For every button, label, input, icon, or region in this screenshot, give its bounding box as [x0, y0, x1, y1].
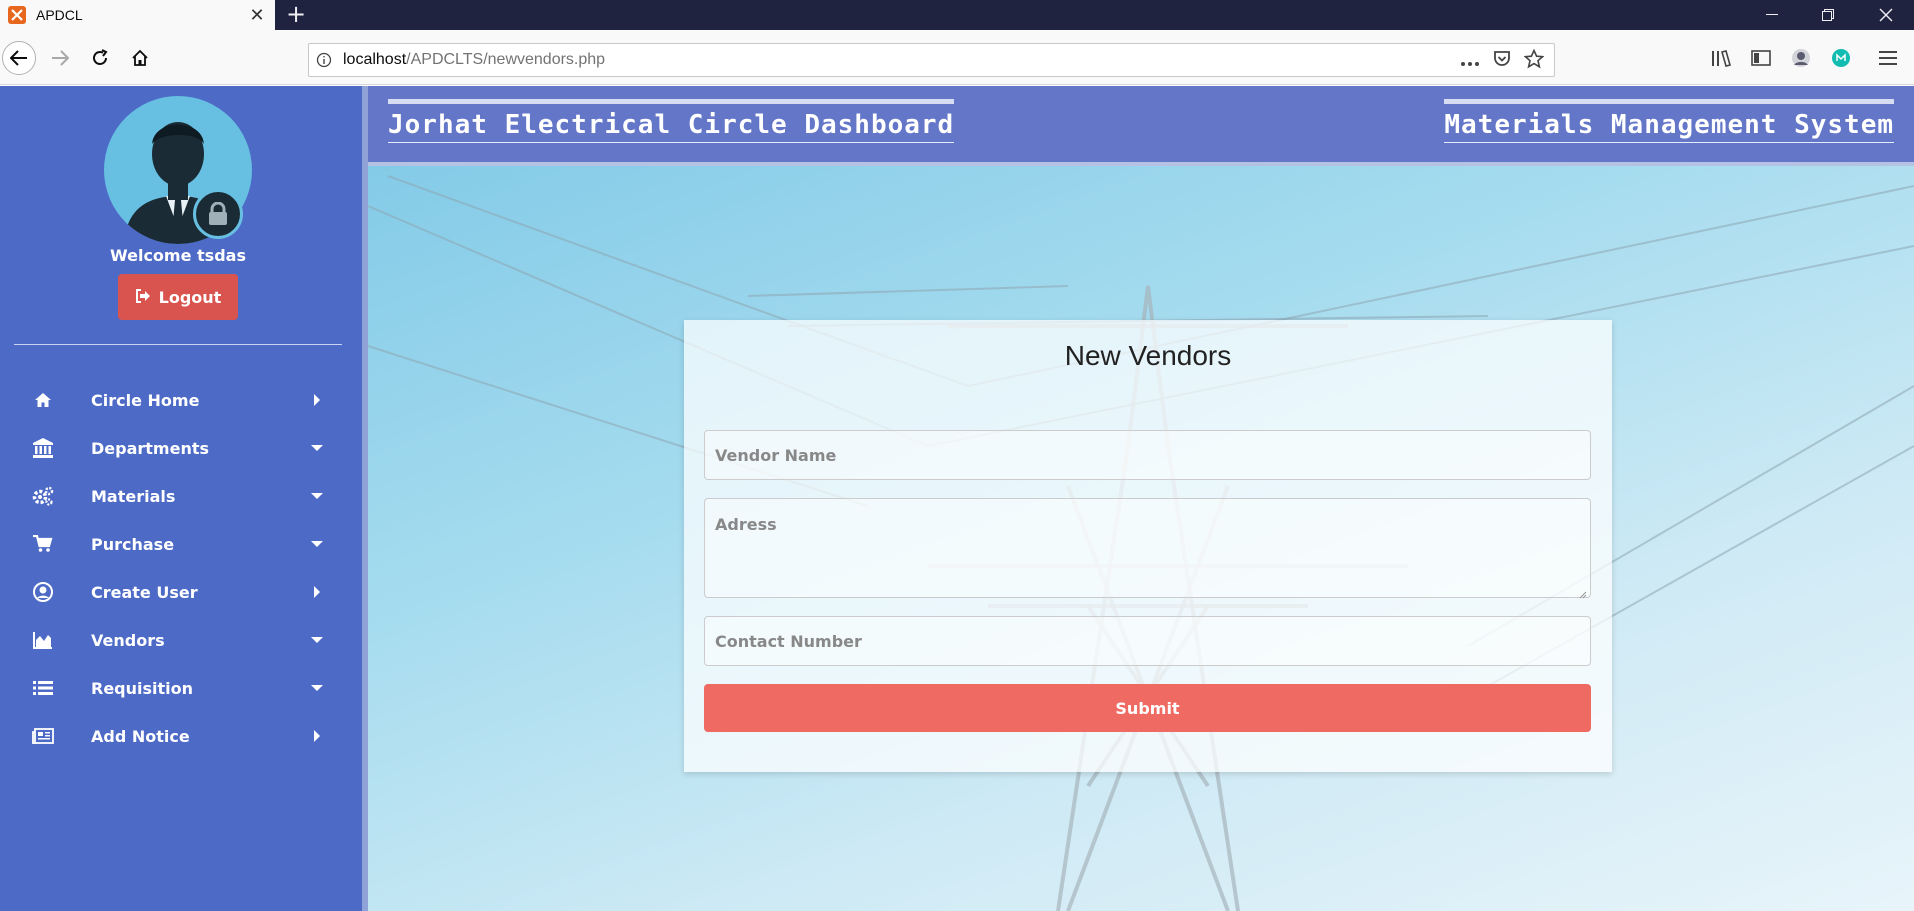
lock-icon	[193, 189, 243, 239]
contact-number-placeholder: Contact Number	[715, 631, 862, 651]
sidebar-item-label: Requisition	[91, 678, 194, 698]
caret-down-icon	[310, 537, 324, 551]
caret-down-icon	[310, 681, 324, 695]
cogs-icon	[32, 485, 54, 507]
caret-right-icon	[310, 729, 324, 743]
browser-toolbar: localhost/APDCLTS/newvendors.php	[0, 30, 1914, 85]
xampp-favicon-icon	[8, 6, 26, 24]
dashboard-header: Jorhat Electrical Circle Dashboard Mater…	[368, 86, 1914, 166]
home-icon	[32, 389, 54, 411]
caret-down-icon	[310, 633, 324, 647]
caret-down-icon	[310, 489, 324, 503]
bank-icon	[32, 437, 54, 459]
sidebar-item-label: Add Notice	[91, 726, 190, 746]
logout-button[interactable]: Logout	[118, 274, 238, 320]
header-right-block: Materials Management System	[1444, 99, 1894, 143]
sidebar-item-vendors[interactable]: Vendors	[0, 616, 362, 664]
system-title: Materials Management System	[1444, 104, 1894, 143]
sidebar-item-add-notice[interactable]: Add Notice	[0, 712, 362, 760]
caret-right-icon	[310, 585, 324, 599]
new-vendors-form: New Vendors Vendor Name Adress Contact N…	[684, 320, 1612, 772]
sidebar-item-create-user[interactable]: Create User	[0, 568, 362, 616]
user-circle-icon	[32, 581, 54, 603]
page-actions-icon[interactable]	[1460, 52, 1480, 71]
tab-title: APDCL	[36, 7, 83, 23]
restore-window-icon[interactable]	[1800, 0, 1856, 30]
cart-icon	[32, 533, 54, 555]
sidebar-menu: Circle Home Departments Materials Purcha…	[0, 376, 362, 760]
sign-out-icon	[135, 288, 151, 307]
close-window-icon[interactable]	[1858, 0, 1914, 30]
sidebar-divider	[14, 344, 342, 345]
home-icon[interactable]	[124, 42, 156, 74]
welcome-text: Welcome tsdas	[110, 246, 246, 265]
list-icon	[32, 677, 54, 699]
area-chart-icon	[32, 629, 54, 651]
url-path: /APDCLTS/newvendors.php	[406, 51, 606, 68]
reload-icon[interactable]	[84, 42, 116, 74]
info-icon[interactable]	[309, 52, 339, 68]
newspaper-icon	[32, 725, 54, 747]
account-avatar-icon[interactable]	[1785, 42, 1817, 74]
dashboard-title: Jorhat Electrical Circle Dashboard	[388, 104, 955, 143]
form-title: New Vendors	[1064, 340, 1232, 371]
address-bar[interactable]: localhost/APDCLTS/newvendors.php	[308, 43, 1555, 77]
library-icon[interactable]	[1705, 42, 1737, 74]
caret-down-icon	[310, 441, 324, 455]
sidebar-item-purchase[interactable]: Purchase	[0, 520, 362, 568]
vendor-name-placeholder: Vendor Name	[715, 445, 837, 465]
submit-button[interactable]: Submit	[704, 684, 1591, 732]
address-placeholder: Adress	[715, 515, 777, 534]
sidebar-item-circle-home[interactable]: Circle Home	[0, 376, 362, 424]
sidebar-item-label: Create User	[91, 582, 198, 602]
extension-icon[interactable]	[1825, 42, 1857, 74]
contact-number-input[interactable]: Contact Number	[704, 616, 1591, 666]
main-content: Jorhat Electrical Circle Dashboard Mater…	[362, 86, 1914, 911]
sidebar-item-materials[interactable]: Materials	[0, 472, 362, 520]
header-left-block: Jorhat Electrical Circle Dashboard	[388, 99, 955, 143]
sidebar-item-label: Purchase	[91, 534, 175, 554]
sidebar-item-label: Departments	[91, 438, 210, 458]
forward-arrow-icon[interactable]	[44, 42, 76, 74]
tab-close-icon[interactable]: ✕	[245, 5, 269, 26]
resize-handle-icon[interactable]	[1577, 584, 1587, 599]
sidebar-item-label: Vendors	[91, 630, 165, 650]
sidebar-item-requisition[interactable]: Requisition	[0, 664, 362, 712]
bookmark-star-icon[interactable]	[1523, 48, 1545, 73]
sidebar: Welcome tsdas Logout Circle Home Departm…	[0, 86, 362, 911]
vendor-name-input[interactable]: Vendor Name	[704, 430, 1591, 480]
pocket-icon[interactable]	[1492, 49, 1512, 73]
sidebar-item-departments[interactable]: Departments	[0, 424, 362, 472]
browser-tab-strip: APDCL ✕ +	[0, 0, 1914, 30]
browser-tab[interactable]: APDCL ✕	[0, 0, 275, 30]
back-arrow-icon[interactable]	[2, 41, 36, 75]
sidebar-item-label: Materials	[91, 486, 176, 506]
sidebar-item-label: Circle Home	[91, 390, 200, 410]
logout-label: Logout	[158, 287, 222, 307]
address-textarea[interactable]: Adress	[704, 498, 1591, 599]
url-text[interactable]: localhost/APDCLTS/newvendors.php	[343, 51, 605, 69]
new-tab-plus-icon[interactable]: +	[283, 2, 309, 28]
hamburger-menu-icon[interactable]	[1872, 42, 1904, 74]
url-host: localhost	[343, 51, 407, 68]
caret-right-icon	[310, 393, 324, 407]
minimize-window-icon[interactable]	[1744, 0, 1800, 30]
sidebar-toggle-icon[interactable]	[1745, 42, 1777, 74]
